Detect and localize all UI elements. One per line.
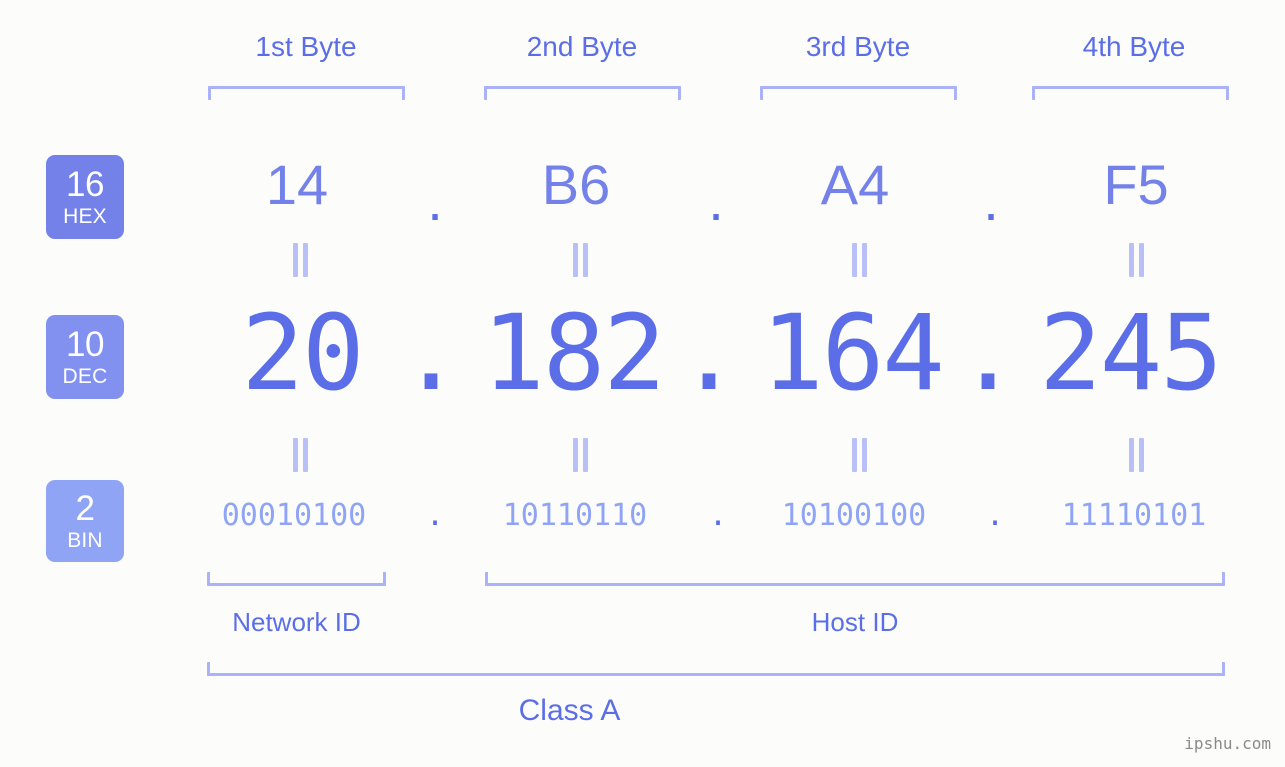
dec-octet-3: 164 [761,292,945,414]
base-badge-dec-name: DEC [62,365,108,388]
hex-separator-3: . [983,169,999,232]
dec-octet-2: 182 [482,292,666,414]
hex-octet-4: F5 [1103,153,1169,216]
class-label-wrapper: Class A [0,694,1285,728]
dec-octet-1: 20 [241,292,364,414]
class-bracket [207,662,1225,676]
equals-mark-dec-bin-3 [846,438,872,472]
ip-address-breakdown-diagram: 1st Byte 2nd Byte 3rd Byte 4th Byte 16 H… [0,0,1285,767]
hex-octet-1: 14 [265,153,329,216]
base-badge-dec[interactable]: 10 DEC [46,315,124,399]
base-badge-hex[interactable]: 16 HEX [46,155,124,239]
equals-mark-dec-bin-2 [567,438,593,472]
base-badge-hex-number: 16 [66,165,104,204]
bin-separator-1: . [425,498,445,533]
byte-bracket-2 [484,86,681,100]
dec-separator-3: . [956,292,1020,414]
network-id-label: Network ID [232,607,361,637]
host-id-bracket [485,572,1225,586]
base-badge-bin-name: BIN [67,529,103,552]
bin-octet-3: 10100100 [781,498,927,533]
equals-mark-hex-dec-1 [287,243,313,277]
byte-header-2: 2nd Byte [526,31,638,62]
network-id-bracket [207,572,386,586]
base-badge-dec-number: 10 [66,325,104,364]
bin-separator-3: . [985,498,1005,533]
byte-bracket-1 [208,86,405,100]
base-badge-bin[interactable]: 2 BIN [46,480,124,562]
equals-mark-hex-dec-4 [1123,243,1149,277]
dec-separator-1: . [399,292,463,414]
byte-bracket-4 [1032,86,1229,100]
base-badge-hex-name: HEX [63,205,107,228]
host-id-label: Host ID [811,607,899,637]
bin-separator-2: . [708,498,728,533]
bin-octet-1: 00010100 [221,498,367,533]
hex-octet-2: B6 [541,153,611,216]
byte-header-4: 4th Byte [1082,31,1186,62]
bin-octet-4: 11110101 [1061,498,1207,533]
base-badge-bin-number: 2 [75,489,95,528]
equals-mark-dec-bin-1 [287,438,313,472]
byte-header-1: 1st Byte [255,31,357,62]
hex-separator-2: . [708,169,724,232]
byte-header-3: 3rd Byte [805,31,911,62]
hex-octet-3: A4 [820,153,890,216]
hex-separator-1: . [427,169,443,232]
class-label: Class A [518,694,621,727]
equals-mark-hex-dec-2 [567,243,593,277]
byte-bracket-3 [760,86,957,100]
site-watermark: ipshu.com [1184,734,1271,753]
dec-separator-2: . [677,292,741,414]
equals-mark-dec-bin-4 [1123,438,1149,472]
bin-octet-2: 10110110 [502,498,648,533]
equals-mark-hex-dec-3 [846,243,872,277]
dec-octet-4: 245 [1039,292,1223,414]
